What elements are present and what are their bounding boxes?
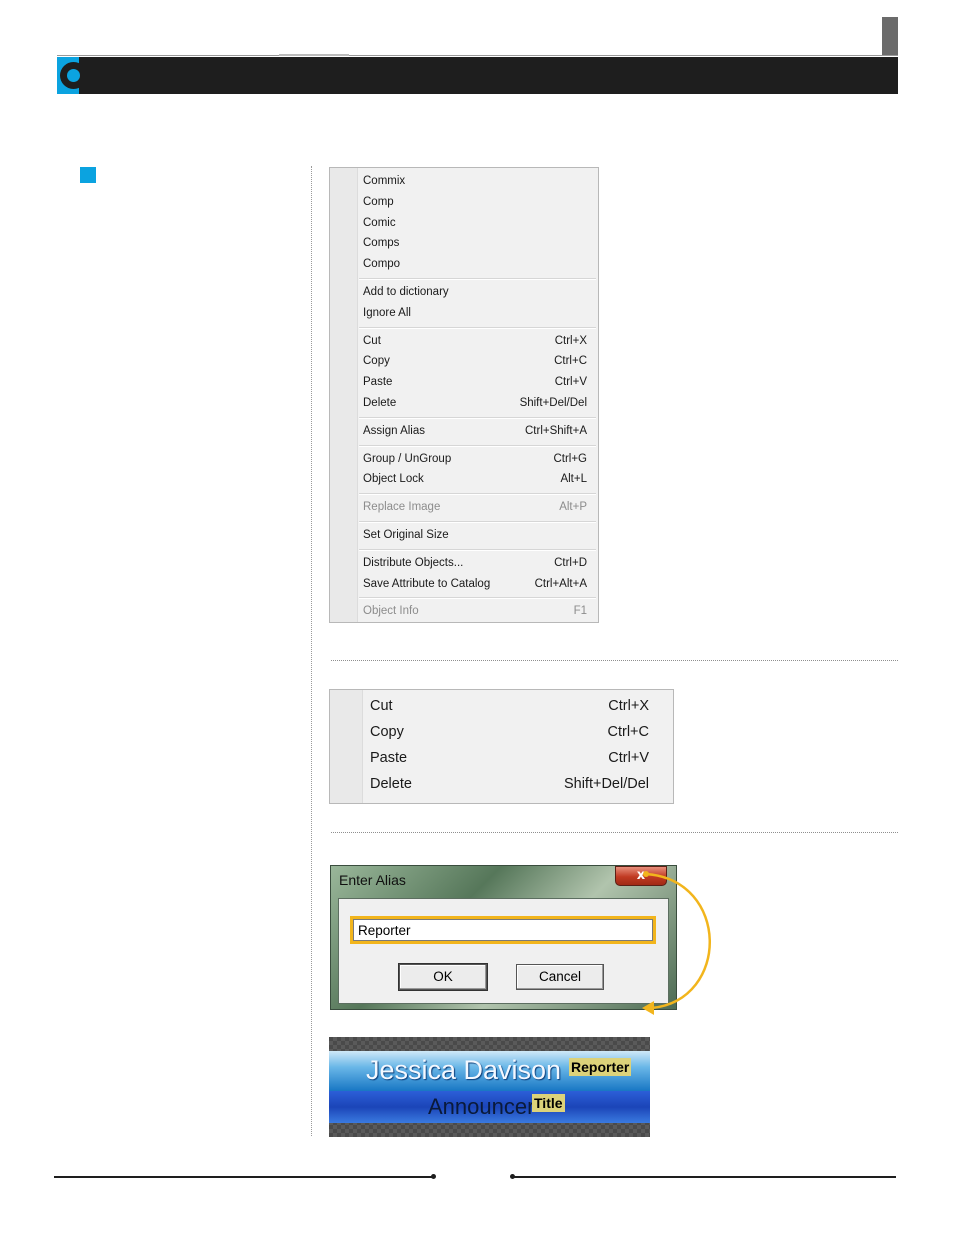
menu-item[interactable]: Ignore All <box>363 305 587 321</box>
menu-item-label: Paste <box>370 750 408 766</box>
menu-separator <box>359 444 596 447</box>
menu-item[interactable]: Paste Ctrl+V <box>363 374 587 390</box>
menu-separator <box>359 326 596 329</box>
section-header-bar <box>57 57 898 94</box>
menu-item[interactable]: Cut Ctrl+X <box>363 333 587 349</box>
section-header-dot <box>67 69 80 82</box>
menu-icon-gutter <box>330 690 363 803</box>
menu-item-label: Group / UnGroup <box>363 453 452 465</box>
menu-item[interactable]: Copy Ctrl+C <box>370 722 649 742</box>
menu-item-label: Cut <box>363 335 381 347</box>
menu-item-shortcut: Ctrl+G <box>553 453 587 465</box>
header-rule <box>57 55 898 56</box>
menu-item-shortcut: Alt+L <box>560 473 587 485</box>
menu-item-shortcut: Ctrl+V <box>608 750 649 766</box>
context-menu-full: Commix Comp Comic Comps Compo Add to dictiona… <box>329 167 599 623</box>
menu-item[interactable]: Comp <box>363 194 587 210</box>
menu-item[interactable]: Group / UnGroup Ctrl+G <box>363 451 587 467</box>
dialog-body: OK Cancel <box>338 898 669 1004</box>
menu-item-label: Copy <box>363 355 390 367</box>
footer-rule-left <box>54 1176 432 1178</box>
menu-separator <box>359 548 596 551</box>
menu-item-label: Copy <box>370 724 404 740</box>
menu-item[interactable]: Set Original Size <box>363 527 587 543</box>
enter-alias-dialog: Enter Alias x OK Cancel <box>330 865 677 1010</box>
menu-item-label: Comic <box>363 217 396 229</box>
context-menu-edit: Cut Ctrl+X Copy Ctrl+C Paste Ctrl+V Delete Shif… <box>329 689 674 804</box>
curved-arrow-icon <box>642 871 711 1015</box>
menu-item-shortcut: Ctrl+X <box>608 698 649 714</box>
menu-item-label: Comp <box>363 196 394 208</box>
menu-item-label: Compo <box>363 258 401 270</box>
menu-item[interactable]: Commix <box>363 173 587 189</box>
menu-item-shortcut: Ctrl+Alt+A <box>534 578 587 590</box>
menu-item-label: Assign Alias <box>363 425 426 437</box>
alias-tag-reporter: Reporter <box>569 1058 632 1076</box>
menu-item-label: Delete <box>363 397 397 409</box>
menu-item-shortcut: Ctrl+Shift+A <box>525 425 587 437</box>
menu-item-shortcut: Shift+Del/Del <box>563 776 649 792</box>
menu-item-label: Save Attribute to Catalog <box>363 578 491 590</box>
menu-item[interactable]: Save Attribute to Catalog Ctrl+Alt+A <box>363 576 587 592</box>
menu-item: Replace Image Alt+P <box>363 499 587 515</box>
menu-item[interactable]: Comic <box>363 215 587 231</box>
menu-separator <box>359 278 596 280</box>
footer-dot-left <box>431 1174 436 1179</box>
ok-button[interactable]: OK <box>398 963 488 991</box>
menu-item-label: Set Original Size <box>363 529 449 541</box>
footer-rule-right <box>513 1176 896 1178</box>
section-bullet <box>80 167 96 183</box>
menu-item[interactable]: Assign Alias Ctrl+Shift+A <box>363 423 587 439</box>
menu-item[interactable]: Add to dictionary <box>363 284 587 300</box>
menu-item[interactable]: Compo <box>363 256 587 272</box>
menu-item-label: Paste <box>363 376 393 388</box>
menu-item-label: Delete <box>370 776 412 792</box>
menu-item-shortcut: Ctrl+V <box>554 376 587 388</box>
menu-item-label: Ignore All <box>363 307 411 319</box>
menu-item[interactable]: Comps <box>363 235 587 251</box>
menu-item[interactable]: Cut Ctrl+X <box>370 696 649 716</box>
menu-item-label: Add to dictionary <box>363 286 449 298</box>
menu-item-shortcut: Alt+P <box>559 501 587 513</box>
menu-item-shortcut: Ctrl+X <box>554 335 587 347</box>
menu-item-label: Object Lock <box>363 473 424 485</box>
cancel-button[interactable]: Cancel <box>516 964 604 990</box>
menu-item-shortcut: Ctrl+C <box>607 724 650 740</box>
menu-separator <box>359 493 596 496</box>
menu-item-label: Comps <box>363 237 400 249</box>
menu-item[interactable]: Object Lock Alt+L <box>363 471 587 487</box>
page-corner-tab <box>882 17 898 55</box>
menu-icon-gutter <box>330 168 358 622</box>
lower-third-preview: Jessica Davison Announcer Reporter Title <box>329 1037 650 1137</box>
menu-item-shortcut: Ctrl+C <box>554 355 587 367</box>
column-divider <box>311 166 312 1136</box>
menu-item-shortcut: Ctrl+D <box>554 557 587 569</box>
menu-item: Object Info F1 <box>363 603 587 619</box>
dotted-separator <box>331 832 898 833</box>
menu-item-label: Distribute Objects... <box>363 557 464 569</box>
menu-item[interactable]: Paste Ctrl+V <box>370 748 649 768</box>
menu-item-shortcut: F1 <box>573 605 587 617</box>
menu-separator <box>359 597 596 600</box>
header-tab-mark <box>279 54 349 56</box>
menu-item-label: Object Info <box>363 605 419 617</box>
alias-tag-title: Title <box>532 1094 565 1112</box>
menu-item[interactable]: Delete Shift+Del/Del <box>370 774 649 794</box>
menu-separator <box>359 416 596 419</box>
menu-item-label: Replace Image <box>363 501 441 513</box>
menu-item-label: Commix <box>363 175 406 187</box>
menu-item[interactable]: Copy Ctrl+C <box>363 353 587 369</box>
menu-item-label: Cut <box>370 698 393 714</box>
alias-input[interactable] <box>353 919 653 941</box>
menu-item-shortcut: Shift+Del/Del <box>519 397 587 409</box>
preview-name-text: Jessica Davison <box>366 1055 562 1085</box>
preview-title-text: Announcer <box>428 1094 535 1119</box>
menu-separator <box>359 521 596 523</box>
menu-item[interactable]: Delete Shift+Del/Del <box>363 395 587 411</box>
menu-item[interactable]: Distribute Objects... Ctrl+D <box>363 555 587 571</box>
dotted-separator <box>331 660 898 661</box>
dialog-title: Enter Alias <box>339 872 406 888</box>
